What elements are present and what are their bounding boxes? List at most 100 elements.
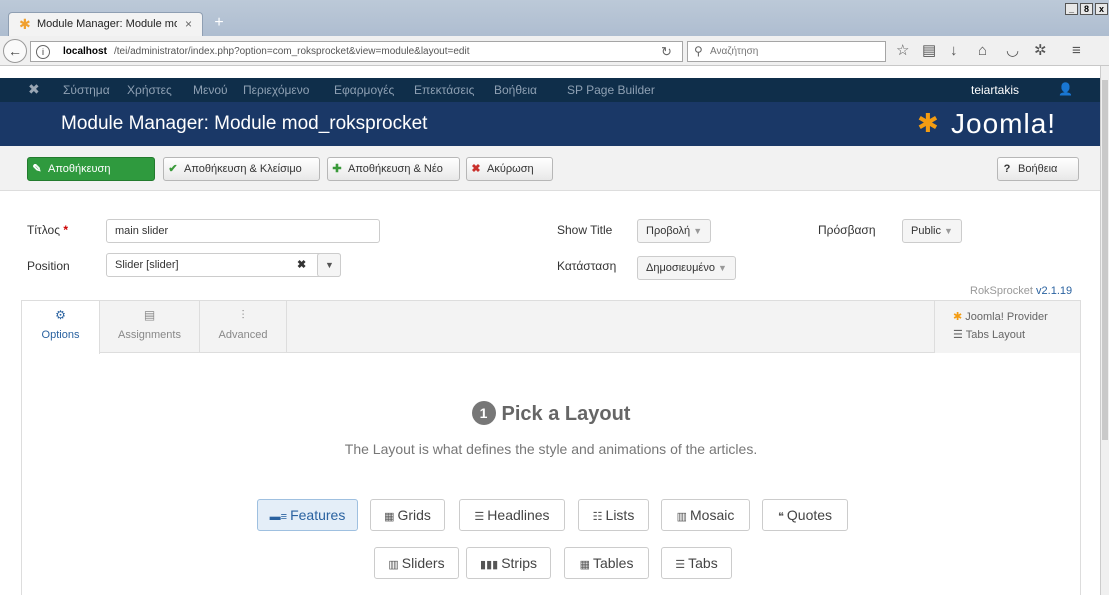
status-label: Κατάσταση xyxy=(557,259,617,273)
close-window-button[interactable]: x xyxy=(1095,3,1108,15)
site-info-icon[interactable]: i xyxy=(36,45,50,59)
save-close-button[interactable]: ✔ Αποθήκευση & Κλείσιμο xyxy=(163,157,320,181)
maximize-button[interactable]: 8 xyxy=(1080,3,1093,15)
cancel-button[interactable]: ✖ Ακύρωση xyxy=(466,157,553,181)
layout-button-quotes[interactable]: ❝ Quotes xyxy=(762,499,848,531)
mosaic-icon: ▥ xyxy=(676,511,688,523)
sliders-icon: ▥ xyxy=(388,559,399,571)
menu-item-menus[interactable]: Μενού xyxy=(193,83,228,97)
menu-item-sp-page-builder[interactable]: SP Page Builder xyxy=(567,83,655,97)
caret-down-icon: ▼ xyxy=(944,226,953,236)
help-icon: ? xyxy=(1003,163,1011,175)
joomla-logo-icon[interactable]: ✖ xyxy=(28,81,40,98)
browser-tab-strip: ✱ Module Manager: Module mod_r × + _ 8 x xyxy=(0,0,1109,36)
layout-button-sliders[interactable]: ▥ Sliders xyxy=(374,547,459,579)
position-label: Position xyxy=(27,259,70,273)
pick-layout-heading: 1 Pick a Layout xyxy=(22,401,1080,426)
clear-icon[interactable]: ✖ xyxy=(297,254,306,276)
user-menu[interactable]: teiartakis xyxy=(971,83,1019,97)
layout-row: ☰ Tabs Layout xyxy=(953,329,1026,341)
layout-button-mosaic[interactable]: ▥ Mosaic xyxy=(661,499,750,531)
panel-tab-strip: ⚙ Options ▤ Assignments ⫶ Advanced ✱ Joo… xyxy=(22,301,1080,354)
url-host: localhost xyxy=(63,46,107,57)
page-header: Module Manager: Module mod_roksprocket ✱… xyxy=(0,102,1100,146)
version-number[interactable]: v2.1.19 xyxy=(1036,285,1072,297)
page-title: Module Manager: Module mod_roksprocket xyxy=(61,113,428,134)
status-select[interactable]: Δημοσιευμένο ▼ xyxy=(637,256,736,280)
joomla-star-icon: ✱ xyxy=(917,108,939,138)
reload-icon[interactable]: ↻ xyxy=(661,44,672,60)
search-icon: ⚲ xyxy=(694,44,703,58)
required-marker: * xyxy=(63,223,69,237)
edit-icon: ✎ xyxy=(32,163,42,175)
gear-icon: ⚙ xyxy=(55,308,66,322)
menu-item-content[interactable]: Περιεχόμενο xyxy=(243,83,309,97)
joomla-star-icon: ✱ xyxy=(953,311,963,323)
bookmark-star-icon[interactable]: ☆ xyxy=(896,43,909,59)
tab-options[interactable]: ⚙ Options xyxy=(22,301,100,354)
features-icon: ▬≡ xyxy=(269,511,288,523)
user-icon[interactable]: 👤 xyxy=(1058,82,1073,96)
roksprocket-version: RokSprocket v2.1.19 xyxy=(970,285,1073,297)
extension-icon[interactable]: ✲ xyxy=(1034,43,1047,59)
downloads-icon[interactable]: ↓ xyxy=(950,43,958,59)
save-button[interactable]: ✎ Αποθήκευση xyxy=(27,157,155,181)
layout-button-tables[interactable]: ▦ Tables xyxy=(564,547,649,579)
joomla-wordmark: Joomla! xyxy=(951,108,1057,139)
menu-item-components[interactable]: Εφαρμογές xyxy=(334,83,394,97)
hamburger-menu-icon[interactable]: ≡ xyxy=(1072,43,1081,59)
caret-down-icon: ▼ xyxy=(693,226,703,236)
menu-item-extensions[interactable]: Επεκτάσεις xyxy=(414,83,474,97)
step-number-badge: 1 xyxy=(471,401,496,425)
menu-item-help[interactable]: Βοήθεια xyxy=(494,83,537,97)
tabs-icon: ☰ xyxy=(675,559,686,571)
access-select[interactable]: Public ▼ xyxy=(902,219,962,243)
tab-close-icon[interactable]: × xyxy=(185,17,192,31)
plus-icon: ✚ xyxy=(332,163,342,175)
provider-info[interactable]: ✱ Joomla! Provider ☰ Tabs Layout xyxy=(934,301,1080,353)
save-new-button[interactable]: ✚ Αποθήκευση & Νέο xyxy=(327,157,460,181)
title-label: Τίτλος * xyxy=(27,223,69,237)
chevron-down-icon[interactable]: ▼ xyxy=(317,253,341,277)
check-icon: ✔ xyxy=(168,163,178,175)
title-input[interactable]: main slider xyxy=(106,219,380,243)
layout-button-headlines[interactable]: ☰ Headlines xyxy=(459,499,565,531)
menu-item-users[interactable]: Χρήστες xyxy=(127,83,172,97)
list-icon: ☷ xyxy=(592,511,603,523)
browser-tab-active[interactable]: ✱ Module Manager: Module mod_r × xyxy=(8,12,203,36)
sliders-icon: ⫶ xyxy=(241,308,245,322)
browser-nav-bar: ← i localhost /tei/administrator/index.p… xyxy=(0,36,1109,66)
layout-button-features[interactable]: ▬≡ Features xyxy=(257,499,358,531)
headlines-icon: ☰ xyxy=(474,511,485,523)
layout-button-tabs[interactable]: ☰ Tabs xyxy=(661,547,732,579)
strips-icon: ▮▮▮ xyxy=(480,559,499,571)
menu-item-system[interactable]: Σύστημα xyxy=(63,83,110,97)
browser-search-box[interactable]: ⚲ xyxy=(687,41,886,62)
browser-search-input[interactable] xyxy=(710,44,880,59)
address-bar[interactable]: i localhost /tei/administrator/index.php… xyxy=(30,41,683,62)
tab-advanced[interactable]: ⫶ Advanced xyxy=(200,301,287,353)
scrollbar-thumb[interactable] xyxy=(1102,80,1108,440)
joomla-admin-menu: ✖ Σύστημα Χρήστες Μενού Περιεχόμενο Εφαρ… xyxy=(0,78,1100,102)
help-button[interactable]: ? Βοήθεια xyxy=(997,157,1079,181)
list-icon: ▤ xyxy=(143,308,156,322)
tab-assignments[interactable]: ▤ Assignments xyxy=(100,301,200,353)
position-select[interactable]: Slider [slider] ✖ xyxy=(106,253,341,277)
home-icon[interactable]: ⌂ xyxy=(978,43,987,59)
pick-layout-description: The Layout is what defines the style and… xyxy=(344,441,758,457)
page-scrollbar[interactable] xyxy=(1100,66,1109,595)
layout-button-grids[interactable]: ▦ Grids xyxy=(370,499,445,531)
new-tab-button[interactable]: + xyxy=(208,12,230,34)
back-arrow-icon[interactable]: ← xyxy=(3,39,27,63)
pocket-icon[interactable]: ◡ xyxy=(1006,43,1019,59)
roksprocket-panel: ⚙ Options ▤ Assignments ⫶ Advanced ✱ Joo… xyxy=(21,300,1081,595)
reading-list-icon[interactable]: ▤ xyxy=(922,43,936,59)
show-title-label: Show Title xyxy=(557,223,613,237)
url-path: /tei/administrator/index.php?option=com_… xyxy=(114,46,470,57)
caret-down-icon: ▼ xyxy=(718,263,727,273)
table-icon: ▦ xyxy=(579,559,590,571)
show-title-select[interactable]: Προβολή ▼ xyxy=(637,219,712,243)
layout-button-strips[interactable]: ▮▮▮ Strips xyxy=(466,547,551,579)
layout-button-lists[interactable]: ☷ Lists xyxy=(578,499,649,531)
minimize-button[interactable]: _ xyxy=(1065,3,1078,15)
